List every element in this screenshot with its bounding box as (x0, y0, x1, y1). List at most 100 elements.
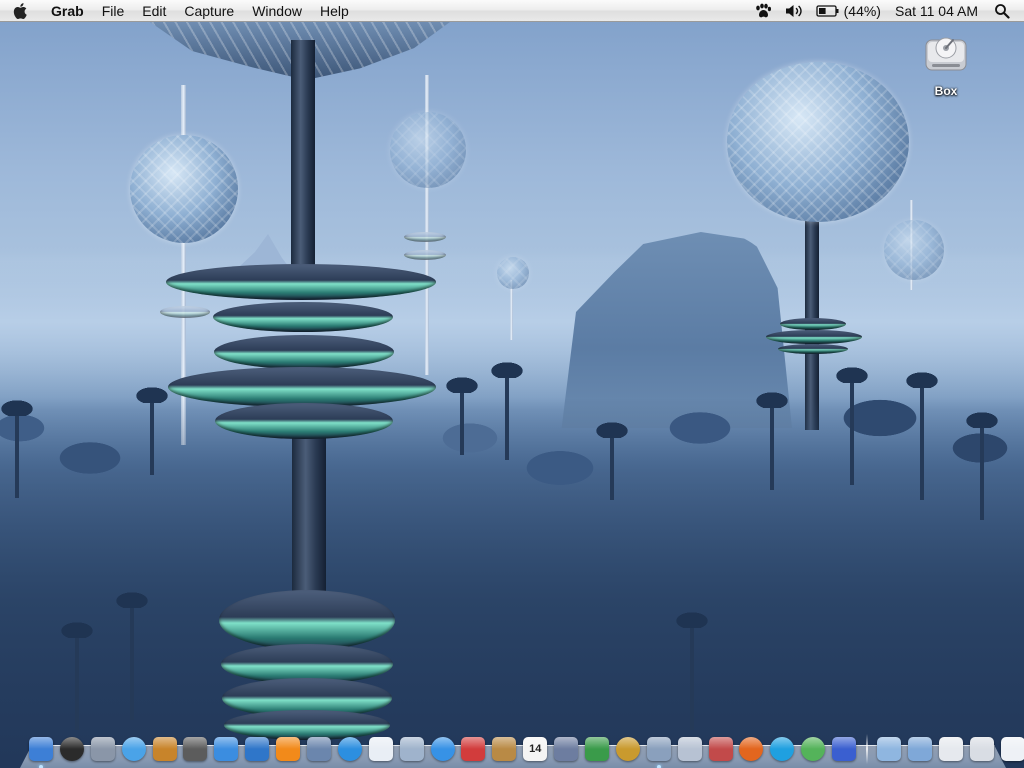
menu-edit[interactable]: Edit (133, 0, 175, 22)
wallpaper-palm (132, 385, 172, 475)
menu-bar: Grab File Edit Capture Window Help (44%)… (0, 0, 1024, 22)
folder-icon (877, 737, 902, 761)
picture-editor-icon (677, 737, 702, 761)
hard-drive-icon (923, 30, 969, 74)
wallpaper-palm (487, 360, 527, 460)
document-stack-icon (938, 737, 963, 761)
dock-item-finder[interactable] (28, 734, 54, 768)
wallpaper-palm (902, 370, 942, 500)
dock-item-quicktime[interactable] (337, 734, 363, 764)
wallpaper-tower-shaft (805, 200, 819, 430)
battery-menu-extra[interactable]: (44%) (810, 0, 887, 22)
wallpaper-sphere (130, 135, 238, 243)
dock-item-vlc[interactable] (275, 734, 301, 764)
dock-item-documents[interactable] (969, 734, 995, 764)
dock-item-address-book[interactable] (491, 734, 517, 764)
wallpaper-palm (57, 620, 97, 730)
dock-item-swirl[interactable] (800, 734, 826, 764)
dock-item-skype[interactable] (769, 734, 795, 764)
wallpaper-disc (766, 330, 862, 344)
wallpaper-sphere (497, 257, 529, 289)
dictionary-icon (245, 737, 270, 761)
dock-item-utility[interactable] (708, 734, 734, 764)
wallpaper-palm (752, 390, 792, 490)
wallpaper-palm (442, 375, 482, 455)
dock-item-safari[interactable] (430, 734, 456, 764)
dock-item-dictionary[interactable] (244, 734, 270, 764)
desktop-icon-box[interactable]: Box (916, 30, 976, 102)
itunes-icon (121, 737, 146, 761)
preview-icon (307, 737, 332, 761)
crab-icon (832, 737, 857, 761)
wallpaper-palm (112, 590, 152, 720)
firefox-icon (739, 737, 764, 761)
dock-item-grab[interactable] (646, 734, 672, 768)
dock-separator (866, 734, 869, 764)
battery-fill (818, 7, 826, 14)
menu-file[interactable]: File (93, 0, 134, 22)
wallpaper-tower-shaft (291, 40, 315, 270)
volume-menu-extra[interactable] (778, 0, 810, 22)
activity-monitor-icon (585, 737, 610, 761)
downloads-folder-icon (907, 737, 932, 761)
scripts-icon (461, 737, 486, 761)
dock-item-document-stack[interactable] (938, 734, 964, 764)
menu-help[interactable]: Help (311, 0, 358, 22)
desktop-icon-label: Box (934, 84, 958, 98)
dock-item-textedit[interactable] (368, 734, 394, 764)
dock-item-gold-spiral[interactable] (615, 734, 641, 764)
dock-item-iphoto[interactable] (152, 734, 178, 764)
swirl-icon (801, 737, 826, 761)
dock-item-mail[interactable] (90, 734, 116, 764)
dock-item-preview[interactable] (306, 734, 332, 764)
dock: 14 (20, 726, 1024, 768)
wallpaper-disc (215, 403, 393, 439)
paw-menu-extra[interactable] (748, 0, 778, 22)
wallpaper-disc (213, 302, 393, 332)
dashboard-icon (59, 737, 84, 761)
dock-item-crab[interactable] (831, 734, 857, 764)
dock-item-itunes[interactable] (121, 734, 147, 764)
menu-clock[interactable]: Sat 11 04 AM (887, 0, 990, 22)
dock-item-ical[interactable]: 14 (522, 734, 548, 764)
volume-icon (785, 4, 802, 17)
dock-item-network-utility[interactable] (399, 734, 425, 764)
vlc-icon (276, 737, 301, 761)
quicktime-icon (337, 737, 362, 761)
wallpaper-pole (510, 280, 513, 340)
mail-icon (90, 737, 115, 761)
menu-bar-status: (44%) Sat 11 04 AM (748, 0, 1024, 22)
utility-icon (708, 737, 733, 761)
dock-items: 14 (28, 728, 1024, 768)
wallpaper-palm (672, 610, 712, 730)
dock-item-scripts[interactable] (460, 734, 486, 764)
pencil-icon (554, 737, 579, 761)
wallpaper-disc (214, 335, 394, 369)
dock-item-activity-monitor[interactable] (584, 734, 610, 764)
dock-item-photo-booth[interactable] (182, 734, 208, 764)
battery-percent: (44%) (843, 2, 881, 19)
wallpaper-disc (166, 264, 436, 300)
paw-icon (755, 3, 771, 17)
wallpaper-palm (0, 398, 37, 498)
ical-date: 14 (529, 743, 542, 755)
dock-item-folder[interactable] (876, 734, 902, 764)
dock-item-downloads-folder[interactable] (907, 734, 933, 764)
dock-item-notes[interactable] (1000, 734, 1024, 764)
wallpaper-disc (168, 367, 436, 407)
address-book-icon (492, 737, 517, 761)
menu-app-name[interactable]: Grab (42, 0, 93, 22)
wallpaper-disc (404, 250, 446, 260)
dock-item-firefox[interactable] (738, 734, 764, 764)
grab-icon (646, 737, 671, 761)
spotlight-menu[interactable] (990, 0, 1024, 22)
dock-item-pencil[interactable] (553, 734, 579, 764)
menu-window[interactable]: Window (243, 0, 311, 22)
apple-menu[interactable] (0, 0, 42, 22)
menu-capture[interactable]: Capture (175, 0, 243, 22)
dock-item-picture-editor[interactable] (677, 734, 703, 764)
dock-item-dashboard[interactable] (59, 734, 85, 764)
notes-icon (1000, 737, 1024, 761)
documents-icon (969, 737, 994, 761)
dock-item-ichat[interactable] (213, 734, 239, 764)
